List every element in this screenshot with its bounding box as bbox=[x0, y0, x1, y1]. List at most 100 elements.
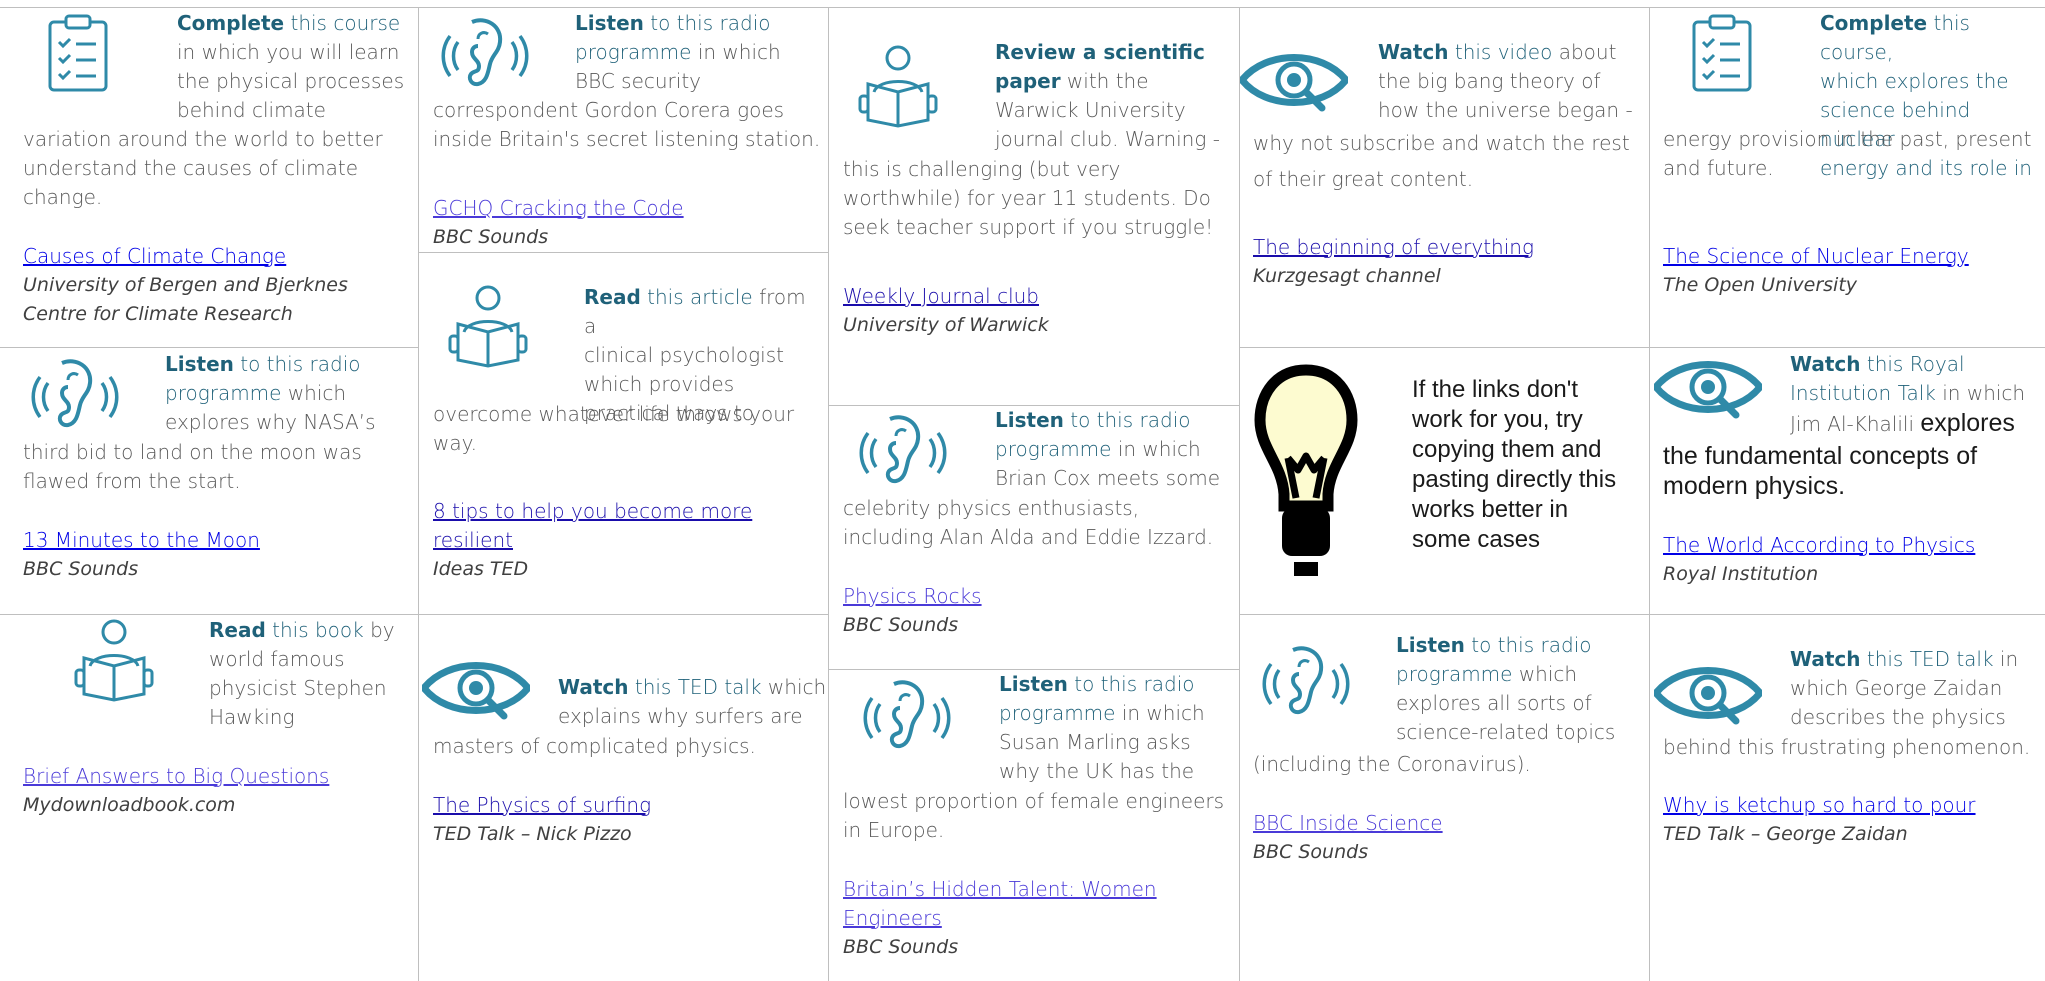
card-link[interactable]: The World According to Physics bbox=[1663, 531, 2038, 560]
card-text: Susan Marling asks bbox=[999, 730, 1191, 754]
card-lead: this book bbox=[265, 618, 364, 642]
card-text: in which bbox=[1111, 437, 1201, 461]
card-link[interactable]: The Physics of surfing bbox=[433, 791, 818, 820]
ear-icon bbox=[859, 415, 947, 484]
card-source: BBC Sounds bbox=[1253, 841, 1369, 863]
card-verb: Watch bbox=[1790, 647, 1861, 671]
card-text: BBC security bbox=[575, 69, 702, 93]
card-lead: this article bbox=[640, 285, 753, 309]
card-text: Warwick University bbox=[995, 98, 1186, 122]
ear-icon bbox=[1262, 646, 1350, 715]
card-verb: Listen bbox=[995, 408, 1064, 432]
card-verb: Complete bbox=[1820, 11, 1928, 35]
card-text: Hawking bbox=[209, 705, 295, 729]
eye-icon bbox=[1654, 355, 1762, 419]
card-description: masters of complicated physics. bbox=[433, 734, 756, 758]
card-lead: this video bbox=[1448, 40, 1553, 64]
card-lead: programme bbox=[1396, 662, 1513, 686]
card-source: TED Talk – George Zaidan bbox=[1663, 823, 1908, 845]
card-text: explains why surfers are bbox=[558, 704, 803, 728]
card-lead: to this radio bbox=[1067, 672, 1195, 696]
card-link[interactable]: Weekly Journal club bbox=[843, 282, 1228, 311]
card-link[interactable]: Brief Answers to Big Questions bbox=[23, 762, 408, 791]
card-lead: programme bbox=[575, 40, 692, 64]
card-source: Mydownloadbook.com bbox=[23, 794, 236, 816]
card-description: variation around the world to better und… bbox=[23, 127, 383, 209]
card-source: The Open University bbox=[1663, 274, 1858, 296]
card-text: explores bbox=[1920, 409, 2015, 437]
card-source: Ideas TED bbox=[433, 558, 529, 580]
card-lead: to this radio bbox=[643, 11, 771, 35]
card-text: in which bbox=[1935, 381, 2026, 405]
card-lead: programme bbox=[165, 381, 282, 405]
card-lead: this TED talk bbox=[628, 675, 762, 699]
card-text: physicist Stephen bbox=[209, 676, 387, 700]
clipboard-icon bbox=[1692, 14, 1752, 92]
card-lead: to this radio bbox=[233, 352, 361, 376]
card-text: about bbox=[1552, 40, 1617, 64]
card-text: the big bang theory of bbox=[1378, 69, 1601, 93]
card-verb: Read bbox=[584, 285, 641, 309]
reader-icon bbox=[448, 285, 528, 368]
card-text: in which bbox=[1115, 701, 1205, 725]
card-lead: this Royal bbox=[1860, 352, 1965, 376]
card-source: Kurzgesagt channel bbox=[1253, 265, 1441, 287]
card-description: this is challenging (but very worthwhile… bbox=[843, 157, 1214, 239]
card-description: (including the Coronavirus). bbox=[1253, 752, 1531, 776]
card-link[interactable]: The Science of Nuclear Energy bbox=[1663, 242, 2038, 271]
eye-icon bbox=[422, 656, 530, 720]
card-text: which bbox=[761, 675, 827, 699]
card-text: the physical processes bbox=[177, 69, 405, 93]
card-link[interactable]: BBC Inside Science bbox=[1253, 809, 1633, 838]
card-source: BBC Sounds bbox=[843, 936, 959, 958]
clipboard-icon bbox=[48, 14, 108, 92]
card-source: University of Warwick bbox=[843, 314, 1049, 336]
card-text: clinical psychologist bbox=[584, 343, 784, 367]
card-source: BBC Sounds bbox=[23, 558, 139, 580]
card-source: Royal Institution bbox=[1663, 563, 1819, 585]
card-verb: Listen bbox=[1396, 633, 1465, 657]
card-lead: programme bbox=[995, 437, 1112, 461]
card-link[interactable]: Physics Rocks bbox=[843, 582, 1228, 611]
row-divider bbox=[0, 614, 418, 615]
card-text: which bbox=[281, 381, 347, 405]
card-text: with the bbox=[1060, 69, 1149, 93]
card-verb: paper bbox=[995, 69, 1061, 93]
card-text: Brian Cox meets some bbox=[995, 466, 1221, 490]
card-description: celebrity physics enthusiasts, including… bbox=[843, 496, 1214, 549]
ear-icon bbox=[441, 18, 529, 87]
card-text: world famous bbox=[209, 647, 345, 671]
card-text: how the universe began - bbox=[1378, 98, 1633, 122]
card-link[interactable]: The beginning of everything bbox=[1253, 233, 1633, 262]
card-text: describes the physics bbox=[1790, 705, 2006, 729]
top-border bbox=[0, 7, 2045, 8]
row-divider bbox=[1239, 614, 2045, 615]
card-link[interactable]: GCHQ Cracking the Code bbox=[433, 194, 818, 223]
card-verb: Listen bbox=[165, 352, 234, 376]
card-verb: Listen bbox=[999, 672, 1068, 696]
card-description: behind this frustrating phenomenon. bbox=[1663, 735, 2031, 759]
col-divider-1 bbox=[418, 7, 419, 981]
card-link[interactable]: Why is ketchup so hard to pour bbox=[1663, 791, 2038, 820]
card-text: explores all sorts of bbox=[1396, 691, 1592, 715]
card-description: third bid to land on the moon was flawed… bbox=[23, 440, 362, 493]
card-text: explores why NASA’s bbox=[165, 410, 376, 434]
card-link[interactable]: 8 tips to help you become more resilient bbox=[433, 497, 763, 555]
card-text: behind climate bbox=[177, 98, 326, 122]
card-text: why the UK has the bbox=[999, 759, 1195, 783]
card-verb: Review a scientific bbox=[995, 40, 1205, 64]
card-description: why not subscribe and watch the rest of … bbox=[1253, 131, 1630, 191]
card-verb: Watch bbox=[1790, 352, 1861, 376]
card-text: science-related topics bbox=[1396, 720, 1616, 744]
col-divider-4 bbox=[1649, 7, 1650, 981]
card-link[interactable]: Causes of Climate Change bbox=[23, 242, 408, 271]
row-divider bbox=[0, 347, 418, 348]
card-text: in which bbox=[691, 40, 781, 64]
card-link[interactable]: 13 Minutes to the Moon bbox=[23, 526, 408, 555]
card-description: overcome whatever life throws your way. bbox=[433, 402, 795, 455]
card-lead: Institution Talk bbox=[1790, 381, 1936, 405]
row-divider bbox=[418, 252, 828, 253]
card-lead: this TED talk bbox=[1860, 647, 1994, 671]
card-link[interactable]: Britain’s Hidden Talent: Women Engineers bbox=[843, 875, 1163, 933]
card-lead: to this radio bbox=[1464, 633, 1592, 657]
